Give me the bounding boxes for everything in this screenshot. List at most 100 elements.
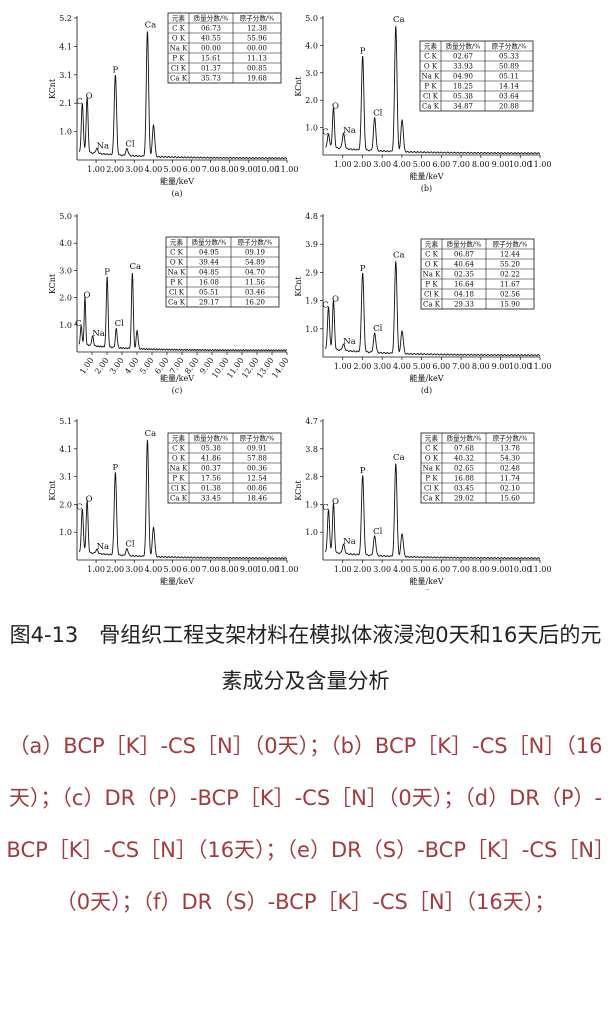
table-cell: 02.56 [500, 291, 521, 299]
table-cell: 06.73 [201, 25, 221, 33]
table-cell: 03.46 [245, 289, 266, 297]
x-tick-label: 6.00 [153, 356, 171, 376]
peak-label-cl: Cl [373, 324, 383, 334]
peak-label-na: Na [343, 337, 356, 347]
table-cell: P K [172, 475, 185, 483]
table-cell: O K [172, 455, 186, 463]
table-cell: 33.45 [201, 495, 221, 503]
table-cell: 09.91 [247, 445, 267, 453]
table-cell: Cl K [424, 291, 440, 299]
y-tick-label: 2.8 [305, 473, 318, 482]
table-cell: O K [425, 261, 439, 269]
table-cell: Na K [168, 269, 187, 277]
panel-label: (b) [421, 184, 432, 193]
y-tick-label: 3.8 [305, 445, 318, 454]
table-cell: 40.55 [201, 35, 221, 43]
x-tick-label: 5.00 [413, 565, 431, 574]
peak-label-c: C [76, 503, 83, 513]
table-header-cell: 质量分数/% [194, 434, 229, 443]
x-tick-label: 7.00 [202, 165, 220, 174]
table-header-cell: 元素 [170, 238, 184, 247]
x-tick-label: 5.00 [138, 356, 156, 376]
table-header-cell: 元素 [172, 14, 186, 23]
y-tick-label: 3.0 [305, 69, 318, 78]
y-tick-label: 4.1 [59, 445, 72, 454]
table-cell: C K [172, 445, 186, 453]
peak-label-c: C [322, 300, 329, 310]
panel-label: (e) [172, 589, 183, 590]
table-cell: 35.73 [201, 75, 221, 83]
composition-table: 元素 质量分数/% 原子分数/% C K 02.67 05.33 O K 33.93 50.89… [419, 40, 534, 112]
table-cell: 11.74 [500, 475, 521, 483]
peak-label-na: Na [97, 542, 110, 552]
y-tick-label: 1.0 [305, 124, 318, 133]
x-tick-label: 7.00 [452, 565, 470, 574]
x-tick-label: 3.00 [373, 362, 391, 371]
table-cell: Ca K [423, 301, 441, 309]
table-header-cell: 元素 [425, 434, 439, 443]
eds-spectra-panels: 5.24.13.12.11.0KCnt1.00 2.00 3.00 4.00 5.00 6… [48, 12, 552, 590]
y-tick-label: 2.9 [305, 268, 318, 277]
table-cell: Na K [423, 465, 442, 473]
x-tick-label: 2.00 [354, 565, 372, 574]
panel-label: (f) [422, 589, 431, 590]
peak-label-na: Na [343, 126, 356, 136]
peak-label-cl: Cl [125, 139, 135, 149]
table-cell: 03.64 [499, 93, 520, 101]
x-tick-label: 4.00 [393, 160, 411, 169]
table-cell: O K [425, 455, 439, 463]
peak-label-c: C [322, 503, 329, 513]
table-cell: 34.87 [453, 103, 473, 111]
peak-label-p: P [360, 47, 366, 57]
x-axis-label: 能量/keV [409, 171, 443, 181]
peak-label-p: P [360, 466, 366, 476]
table-cell: 02.22 [500, 271, 520, 279]
x-tick-label: 1.00 [78, 356, 96, 376]
table-cell: Cl K [171, 65, 187, 73]
y-tick-label: 1.9 [305, 297, 318, 306]
x-tick-label: 1.00 [87, 565, 105, 574]
x-tick-label: 4.00 [123, 356, 141, 376]
table-cell: 15.90 [500, 301, 520, 309]
table-cell: 12.54 [247, 475, 268, 483]
x-tick-label: 9.00 [492, 160, 510, 169]
table-cell: 00.37 [201, 465, 221, 473]
table-cell: 33.93 [453, 63, 473, 71]
peak-label-na: Na [343, 537, 356, 547]
x-tick-label: 1.00 [334, 160, 352, 169]
table-header-cell: 元素 [425, 240, 439, 249]
x-tick-label: 6.00 [183, 165, 201, 174]
x-tick-label: 11.00 [529, 160, 552, 169]
x-tick-label: 8.00 [221, 565, 239, 574]
y-tick-label: 2.0 [305, 96, 318, 105]
y-tick-label: 1.0 [59, 528, 72, 537]
peak-label-c: C [322, 128, 329, 138]
x-tick-label: 8.00 [472, 362, 490, 371]
table-cell: 07.68 [454, 445, 474, 453]
table-cell: C K [172, 25, 186, 33]
table-cell: 01.38 [201, 485, 221, 493]
table-cell: 40.64 [454, 261, 475, 269]
peak-label-o: O [332, 497, 339, 507]
table-cell: Ca K [423, 495, 441, 503]
x-tick-label: 1.00 [334, 565, 352, 574]
table-header-cell: 质量分数/% [194, 14, 229, 23]
table-cell: 40.32 [454, 455, 474, 463]
y-tick-label: 1.9 [305, 500, 318, 509]
table-header-cell: 元素 [172, 434, 186, 443]
table-cell: 11.56 [245, 279, 266, 287]
y-tick-label: 4.7 [305, 417, 318, 426]
x-tick-label: 11.00 [276, 165, 299, 174]
x-tick-label: 7.00 [168, 356, 186, 376]
x-tick-label: 6.00 [432, 565, 450, 574]
x-tick-label: 1.00 [87, 165, 105, 174]
y-tick-label: 1.0 [59, 128, 72, 137]
table-cell: 02.35 [454, 271, 474, 279]
x-tick-label: 7.00 [452, 160, 470, 169]
peak-label-ca: Ca [130, 262, 142, 272]
table-cell: 00.85 [247, 65, 267, 73]
x-axis-label: 能量/keV [160, 373, 194, 383]
y-tick-label: 5.0 [305, 14, 318, 23]
y-tick-label: 4.8 [305, 212, 318, 221]
peak-label-o: O [332, 295, 339, 305]
